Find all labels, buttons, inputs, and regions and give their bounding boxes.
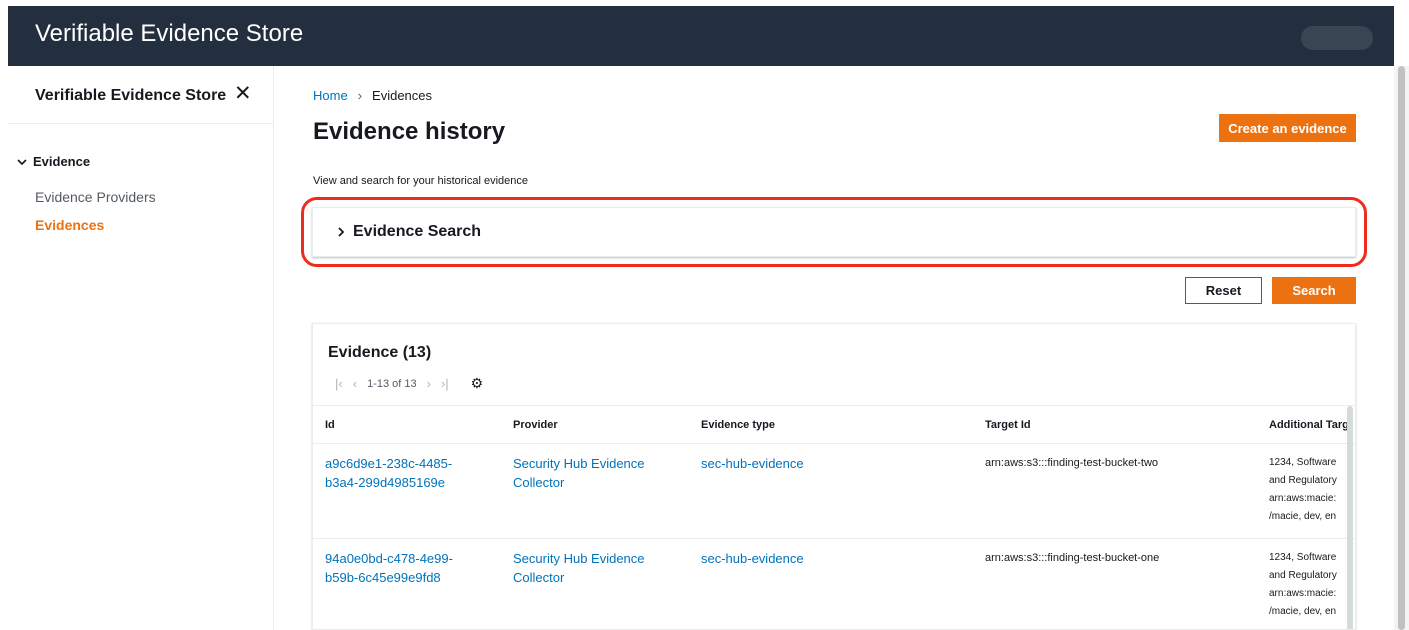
additional-target-line: 1234, Software	[1269, 457, 1337, 468]
provider-name-part: Security Hub Evidence	[513, 456, 645, 471]
target-id-cell: arn:aws:s3:::finding-test-bucket-two	[973, 443, 1257, 539]
evidence-id-part: 94a0e0bd-c478-4e99-	[325, 551, 453, 566]
close-icon[interactable]: ✕	[234, 83, 252, 104]
column-header-provider[interactable]: Provider	[501, 405, 689, 444]
additional-target-line: /macie, dev, en	[1269, 606, 1337, 617]
next-page-icon[interactable]: ›	[427, 376, 431, 391]
user-menu-avatar[interactable]	[1301, 26, 1373, 50]
first-page-icon[interactable]: |‹	[335, 376, 343, 391]
evidence-table: Id Provider Evidence type Target Id Addi…	[313, 405, 1355, 629]
additional-target-line: arn:aws:macie:	[1269, 588, 1337, 599]
gear-icon[interactable]: ⚙	[471, 375, 484, 392]
table-row: 94a0e0bd-c478-4e99- b59b-6c45e99e9fd8 Se…	[313, 538, 1355, 629]
additional-target-line: /macie, dev, en	[1269, 511, 1337, 522]
page-title: Evidence history	[313, 118, 506, 145]
additional-target-line: arn:aws:macie:	[1269, 493, 1337, 504]
evidence-id-part: a9c6d9e1-238c-4485-	[325, 456, 453, 471]
pagination-range: 1-13 of 13	[367, 377, 417, 390]
pagination: |‹ ‹ 1-13 of 13 › ›| ⚙	[335, 375, 483, 392]
breadcrumb-home-link[interactable]: Home	[313, 88, 348, 103]
evidence-type-link[interactable]: sec-hub-evidence	[689, 443, 973, 539]
evidence-id-part: b3a4-299d4985169e	[325, 475, 446, 490]
previous-page-icon[interactable]: ‹	[353, 376, 357, 391]
reset-button[interactable]: Reset	[1185, 277, 1262, 304]
app-title[interactable]: Verifiable Evidence Store	[35, 20, 303, 48]
search-button[interactable]: Search	[1272, 277, 1356, 304]
table-row: a9c6d9e1-238c-4485- b3a4-299d4985169e Se…	[313, 443, 1355, 539]
provider-link[interactable]: Security Hub Evidence Collector	[501, 443, 689, 539]
side-nav-title[interactable]: Verifiable Evidence Store	[35, 87, 226, 105]
chevron-right-icon: ›	[357, 88, 363, 103]
additional-target-line: 1234, Software	[1269, 552, 1337, 563]
side-nav-divider	[8, 123, 274, 124]
sidebar-item-evidence-providers[interactable]: Evidence Providers	[35, 189, 156, 205]
table-header-row: Id Provider Evidence type Target Id Addi…	[313, 405, 1355, 444]
chevron-down-icon	[17, 158, 27, 165]
target-id-cell: arn:aws:s3:::finding-test-bucket-one	[973, 538, 1257, 629]
provider-name-part: Collector	[513, 570, 565, 585]
provider-name-part: Collector	[513, 475, 565, 490]
column-header-id[interactable]: Id	[313, 405, 501, 444]
last-page-icon[interactable]: ›|	[441, 376, 449, 391]
create-evidence-button[interactable]: Create an evidence	[1219, 114, 1356, 142]
additional-target-line: and Regulatory	[1269, 570, 1337, 581]
sidebar-item-evidences[interactable]: Evidences	[35, 217, 104, 233]
highlight-annotation	[301, 197, 1367, 267]
evidence-table-container: Evidence (13) |‹ ‹ 1-13 of 13 › ›| ⚙ Id …	[312, 323, 1356, 630]
top-navigation-bar: Verifiable Evidence Store	[8, 6, 1394, 66]
breadcrumb-current: Evidences	[372, 88, 433, 103]
evidence-id-part: b59b-6c45e99e9fd8	[325, 570, 441, 585]
breadcrumb: Home › Evidences	[313, 88, 432, 103]
table-title: Evidence (13)	[328, 344, 432, 361]
additional-target-line: and Regulatory	[1269, 475, 1337, 486]
page-scrollbar-thumb[interactable]	[1398, 66, 1405, 630]
column-header-evidence-type[interactable]: Evidence type	[689, 405, 973, 444]
provider-link[interactable]: Security Hub Evidence Collector	[501, 538, 689, 629]
page-scrollbar[interactable]	[1394, 66, 1409, 630]
column-header-additional-targets[interactable]: Additional Targ	[1257, 405, 1355, 444]
nav-section-evidence[interactable]: Evidence	[16, 154, 90, 169]
page-description: View and search for your historical evid…	[313, 175, 529, 187]
provider-name-part: Security Hub Evidence	[513, 551, 645, 566]
nav-section-label: Evidence	[33, 154, 91, 169]
evidence-type-link[interactable]: sec-hub-evidence	[689, 538, 973, 629]
side-navigation: Verifiable Evidence Store ✕ Evidence Evi…	[8, 66, 274, 630]
table-scrollbar[interactable]	[1347, 406, 1353, 629]
additional-targets-cell: 1234, Software and Regulatory arn:aws:ma…	[1257, 443, 1355, 539]
evidence-id-link[interactable]: a9c6d9e1-238c-4485- b3a4-299d4985169e	[313, 443, 501, 539]
evidence-id-link[interactable]: 94a0e0bd-c478-4e99- b59b-6c45e99e9fd8	[313, 538, 501, 629]
column-header-target-id[interactable]: Target Id	[973, 405, 1257, 444]
additional-targets-cell: 1234, Software and Regulatory arn:aws:ma…	[1257, 538, 1355, 629]
